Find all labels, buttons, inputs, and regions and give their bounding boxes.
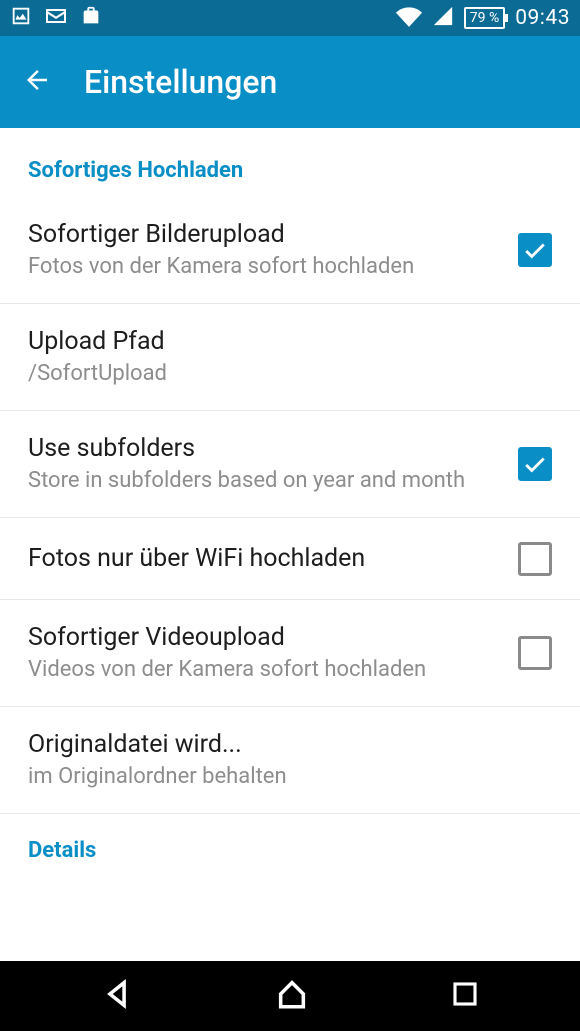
- setting-original-file[interactable]: Originaldatei wird... im Originalordner …: [0, 707, 580, 814]
- setting-instant-video-upload[interactable]: Sofortiger Videoupload Videos von der Ka…: [0, 600, 580, 707]
- item-subtitle: Fotos von der Kamera sofort hochladen: [28, 253, 506, 281]
- app-bar: Einstellungen: [0, 36, 580, 128]
- checkbox-instant-video[interactable]: [518, 636, 552, 670]
- clock: 09:43: [515, 6, 570, 30]
- wifi-icon: [396, 3, 422, 34]
- setting-wifi-only[interactable]: Fotos nur über WiFi hochladen: [0, 518, 580, 600]
- page-title: Einstellungen: [84, 63, 277, 101]
- nav-home-button[interactable]: [275, 977, 309, 1015]
- checkbox-subfolders[interactable]: [518, 447, 552, 481]
- setting-use-subfolders[interactable]: Use subfolders Store in subfolders based…: [0, 411, 580, 518]
- picture-icon: [10, 5, 32, 32]
- item-subtitle: Videos von der Kamera sofort hochladen: [28, 656, 506, 684]
- item-title: Upload Pfad: [28, 326, 540, 358]
- nav-back-button[interactable]: [100, 977, 134, 1015]
- section-header-details: Details: [0, 814, 580, 877]
- android-nav-bar: [0, 961, 580, 1031]
- signal-icon: [432, 5, 454, 32]
- setting-upload-path[interactable]: Upload Pfad /SofortUpload: [0, 304, 580, 411]
- section-header-upload: Sofortiges Hochladen: [0, 128, 580, 197]
- item-title: Fotos nur über WiFi hochladen: [28, 543, 506, 575]
- back-arrow-icon[interactable]: [22, 65, 52, 99]
- item-subtitle: Store in subfolders based on year and mo…: [28, 467, 506, 495]
- status-icons-left: [10, 4, 102, 33]
- item-title: Sofortiger Videoupload: [28, 622, 506, 654]
- setting-instant-photo-upload[interactable]: Sofortiger Bilderupload Fotos von der Ka…: [0, 197, 580, 304]
- store-icon: [80, 5, 102, 32]
- item-title: Use subfolders: [28, 433, 506, 465]
- item-subtitle: im Originalordner behalten: [28, 763, 540, 791]
- nav-recent-button[interactable]: [450, 979, 480, 1013]
- mail-icon: [44, 4, 68, 33]
- checkbox-instant-photo[interactable]: [518, 233, 552, 267]
- status-bar: 79 % 09:43: [0, 0, 580, 36]
- status-icons-right: 79 % 09:43: [396, 3, 570, 34]
- battery-indicator: 79 %: [464, 7, 505, 29]
- settings-list: Sofortiges Hochladen Sofortiger Bilderup…: [0, 128, 580, 961]
- item-title: Originaldatei wird...: [28, 729, 540, 761]
- item-title: Sofortiger Bilderupload: [28, 219, 506, 251]
- item-subtitle: /SofortUpload: [28, 360, 540, 388]
- checkbox-wifi-only[interactable]: [518, 542, 552, 576]
